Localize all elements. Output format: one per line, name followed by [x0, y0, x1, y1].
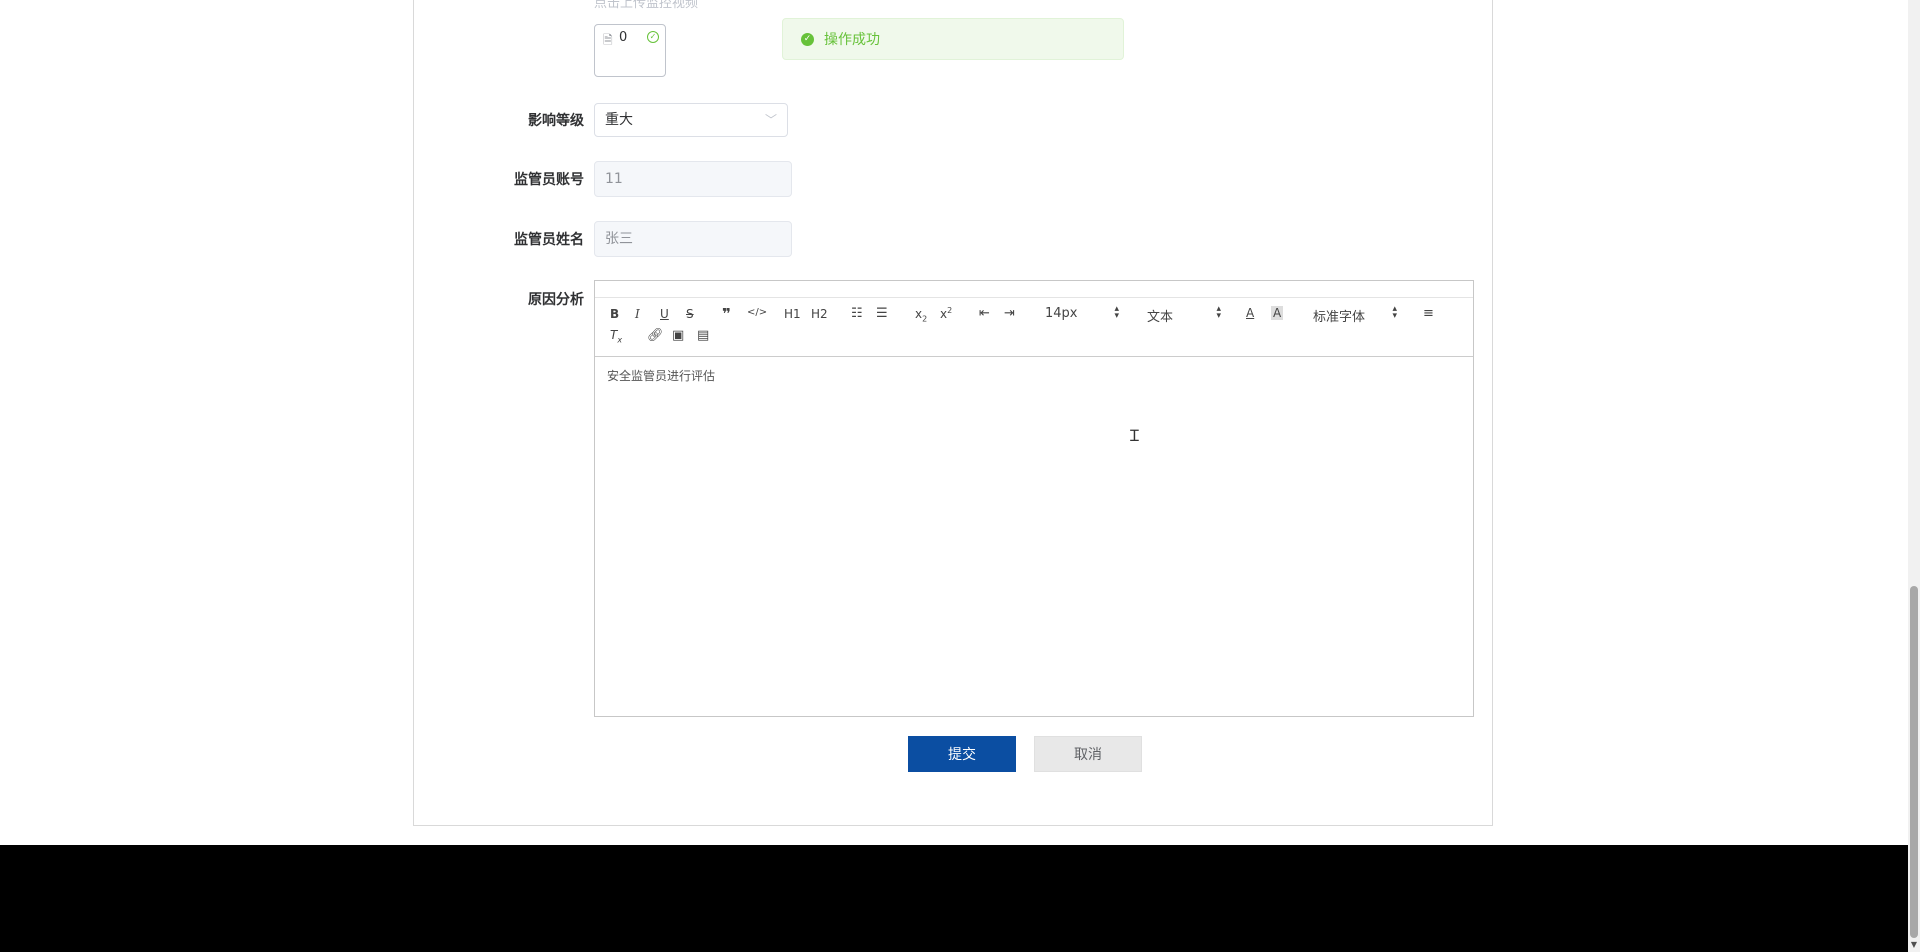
uploaded-file-card[interactable]: 🗎 0 ✓	[594, 24, 666, 77]
supervisor-account-label: 监管员账号	[514, 172, 584, 188]
heading-1-label: H1	[784, 307, 801, 321]
bottom-black-area	[0, 845, 1908, 952]
select-arrows-icon: ▴ ▾	[1216, 304, 1221, 321]
impact-level-label: 影响等级	[528, 113, 584, 129]
editor-content[interactable]: 安全监管员进行评估	[595, 357, 1473, 394]
font-color-icon[interactable]: A	[1246, 306, 1254, 320]
superscript-icon[interactable]: x2	[940, 306, 952, 321]
select-arrows-icon: ▴ ▾	[1392, 304, 1397, 321]
align-left-icon[interactable]: ≡	[1423, 306, 1434, 321]
heading-1-icon[interactable]: H1	[784, 307, 801, 321]
submit-button[interactable]: 提交	[908, 736, 1016, 772]
document-icon: 🗎	[603, 33, 613, 47]
check-circle-icon: ✓	[647, 31, 659, 43]
font-family-value: 标准字体	[1313, 310, 1366, 325]
bold-icon[interactable]: B	[610, 307, 619, 321]
font-family-select[interactable]: 标准字体 ▴ ▾	[1313, 304, 1397, 326]
success-toast: ✓ 操作成功	[782, 18, 1124, 60]
ordered-list-icon[interactable]: ☷	[851, 306, 863, 321]
font-size-value: 14px	[1045, 306, 1078, 321]
heading-2-icon[interactable]: H2	[811, 307, 828, 321]
scrollbar-thumb[interactable]	[1910, 586, 1918, 938]
blockquote-icon[interactable]: ❞	[722, 305, 731, 323]
font-size-select[interactable]: 14px ▴ ▾	[1045, 304, 1119, 322]
rich-text-editor[interactable]: B I U S ❞ </> H1 H2 ☷ ☰ x2 x2 ⇤ ⇥ 14px ▴…	[594, 280, 1474, 717]
underline-icon[interactable]: U	[660, 307, 669, 321]
success-check-icon: ✓	[801, 32, 814, 46]
cancel-button[interactable]: 取消	[1034, 736, 1142, 772]
supervisor-name-label: 监管员姓名	[514, 232, 584, 248]
select-arrows-icon: ▴ ▾	[1114, 304, 1119, 321]
toast-message: 操作成功	[824, 32, 880, 48]
upload-hint: 点击上传监控视频	[594, 0, 699, 11]
chevron-down-icon: ﹀	[764, 113, 777, 127]
editor-topbar	[595, 281, 1473, 298]
indent-icon[interactable]: ⇥	[1004, 306, 1015, 321]
image-icon[interactable]: ▣	[672, 328, 684, 343]
scroll-down-arrow-icon[interactable]: ▼	[1909, 940, 1919, 950]
cause-analysis-label: 原因分析	[528, 292, 584, 308]
background-color-icon[interactable]: A	[1271, 306, 1284, 320]
vertical-scrollbar[interactable]: ▼	[1908, 0, 1920, 952]
supervisor-name-input: 张三	[594, 221, 792, 257]
uploaded-file-name: 0	[619, 30, 628, 45]
block-format-select[interactable]: 文本 ▴ ▾	[1147, 304, 1221, 326]
impact-level-select[interactable]: 重大 ﹀	[594, 103, 788, 137]
text-cursor-icon: Ɪ	[1130, 426, 1139, 445]
italic-icon[interactable]: I	[635, 307, 640, 321]
subscript-icon[interactable]: x2	[915, 307, 927, 323]
code-icon[interactable]: </>	[747, 307, 767, 318]
bullet-list-icon[interactable]: ☰	[876, 306, 888, 321]
link-icon[interactable]: 🔗︎	[647, 328, 664, 343]
outdent-icon[interactable]: ⇤	[979, 306, 990, 321]
block-format-value: 文本	[1147, 310, 1174, 325]
impact-level-value: 重大	[605, 112, 633, 128]
video-icon[interactable]: ▤	[697, 328, 709, 343]
heading-2-label: H2	[811, 307, 828, 321]
strikethrough-icon[interactable]: S	[686, 307, 694, 321]
page: 点击上传监控视频 🗎 0 ✓ ✓ 操作成功 影响等级 重大 ﹀ 监管员账号 11…	[0, 0, 1920, 952]
editor-toolbar: B I U S ❞ </> H1 H2 ☷ ☰ x2 x2 ⇤ ⇥ 14px ▴…	[595, 298, 1473, 357]
supervisor-account-input: 11	[594, 161, 792, 197]
clear-format-icon[interactable]: Tx	[610, 328, 622, 344]
